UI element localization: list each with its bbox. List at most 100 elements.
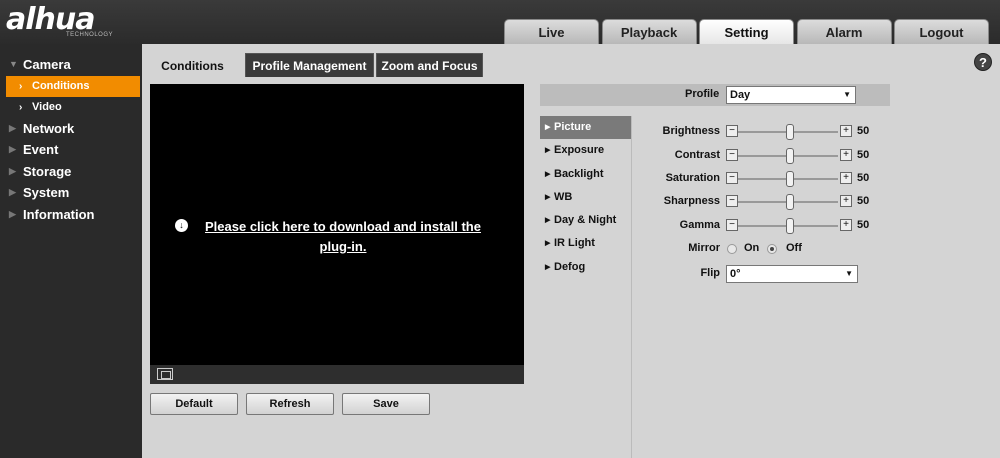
mirror-off-radio[interactable] — [767, 244, 777, 254]
save-button[interactable]: Save — [342, 393, 430, 415]
flip-row: Flip 0° ▼ — [632, 264, 892, 284]
saturation-slider-handle[interactable] — [786, 171, 794, 187]
vtab-backlight[interactable]: ▶ Backlight — [540, 163, 631, 186]
help-icon[interactable]: ? — [974, 53, 992, 71]
vtab-label: Exposure — [554, 144, 605, 157]
mirror-off-label: Off — [786, 242, 802, 254]
sidebar-item-label: Storage — [23, 163, 72, 179]
gamma-decrease-button[interactable]: − — [726, 219, 738, 231]
sidebar-item-conditions[interactable]: › Conditions — [6, 75, 140, 97]
tab-profile-management[interactable]: Profile Management — [245, 53, 374, 77]
saturation-value: 50 — [857, 172, 870, 184]
brightness-increase-button[interactable]: + — [840, 125, 852, 137]
sidebar-item-system[interactable]: ▶ System — [0, 182, 142, 204]
triangle-right-icon: ▶ — [9, 144, 16, 154]
sidebar-item-network[interactable]: ▶ Network — [0, 118, 142, 140]
sidebar-item-label: Camera — [23, 57, 71, 72]
triangle-right-icon: ▶ — [9, 122, 16, 133]
triangle-down-icon: ▼ — [9, 59, 18, 69]
triangle-right-icon: ▶ — [545, 240, 551, 248]
sharpness-label: Sharpness — [663, 195, 720, 207]
brightness-decrease-button[interactable]: − — [726, 125, 738, 137]
sidebar-item-event[interactable]: ▶ Event — [0, 139, 142, 161]
tab-zoom-and-focus[interactable]: Zoom and Focus — [376, 53, 483, 77]
vtab-label: Picture — [554, 121, 592, 133]
triangle-right-icon: ▶ — [9, 165, 16, 176]
mirror-row: Mirror On Off — [632, 239, 892, 259]
tab-setting[interactable]: Setting — [699, 19, 794, 44]
vtab-label: Defog — [554, 260, 586, 273]
chevron-right-icon: › — [19, 80, 23, 92]
flip-select-value: 0° — [730, 268, 741, 280]
vtab-ir-light[interactable]: ▶ IR Light — [540, 232, 631, 255]
refresh-button[interactable]: Refresh — [246, 393, 334, 415]
triangle-right-icon: ▶ — [9, 187, 16, 197]
sidebar: ▼ Camera › Conditions › Video ▶ Network … — [0, 44, 142, 458]
sidebar-item-label: Event — [23, 142, 59, 157]
contrast-slider-handle[interactable] — [786, 148, 794, 164]
tab-logout[interactable]: Logout — [894, 19, 989, 44]
gamma-slider-handle[interactable] — [786, 218, 794, 234]
gamma-row: Gamma − + 50 — [632, 216, 892, 236]
tab-conditions[interactable]: Conditions — [142, 53, 243, 77]
plugin-download-link[interactable]: Please click here to download and instal… — [178, 217, 508, 257]
vtab-exposure[interactable]: ▶ Exposure — [540, 139, 631, 162]
plugin-link-line1[interactable]: Please click here to download and instal… — [205, 219, 481, 234]
contrast-label: Contrast — [674, 149, 720, 161]
gamma-increase-button[interactable]: + — [840, 219, 852, 231]
sidebar-item-video[interactable]: › Video — [0, 97, 142, 118]
profile-select-value: Day — [730, 89, 751, 101]
gamma-value: 50 — [857, 219, 870, 231]
sharpness-decrease-button[interactable]: − — [726, 195, 738, 207]
sidebar-item-camera[interactable]: ▼ Camera — [0, 54, 142, 76]
brightness-value: 50 — [857, 125, 870, 137]
triangle-right-icon: ▶ — [545, 124, 551, 131]
saturation-row: Saturation − + 50 — [632, 169, 892, 189]
saturation-decrease-button[interactable]: − — [726, 172, 738, 184]
contrast-value: 50 — [857, 149, 870, 161]
sub-tabs: Conditions Profile Management Zoom and F… — [142, 53, 485, 77]
tab-playback[interactable]: Playback — [601, 19, 697, 44]
brightness-label: Brightness — [662, 125, 720, 137]
vtab-label: WB — [554, 190, 573, 203]
triangle-right-icon: ▶ — [545, 147, 551, 155]
plugin-link-line2[interactable]: plug-in. — [320, 239, 367, 254]
triangle-right-icon: ▶ — [545, 263, 551, 271]
sharpness-increase-button[interactable]: + — [840, 195, 852, 207]
default-button[interactable]: Default — [150, 393, 238, 415]
video-toolbar — [150, 365, 524, 384]
top-navigation: Live Playback Setting Alarm Logout — [504, 19, 992, 44]
tab-alarm[interactable]: Alarm — [796, 19, 892, 44]
mirror-on-radio[interactable] — [727, 244, 737, 254]
flip-label: Flip — [700, 267, 720, 279]
tab-live[interactable]: Live — [504, 19, 599, 44]
profile-select[interactable]: Day ▼ — [726, 86, 856, 104]
saturation-label: Saturation — [665, 172, 720, 184]
profile-label: Profile — [685, 88, 720, 100]
sidebar-item-information[interactable]: ▶ Information — [0, 204, 142, 226]
contrast-decrease-button[interactable]: − — [726, 149, 738, 161]
contrast-increase-button[interactable]: + — [840, 149, 852, 161]
profile-bar: Profile Day ▼ — [540, 84, 890, 106]
sharpness-slider-handle[interactable] — [786, 194, 794, 210]
triangle-right-icon: ▶ — [9, 208, 16, 219]
vtab-defog[interactable]: ▶ Defog — [540, 256, 631, 279]
sharpness-row: Sharpness − + 50 — [632, 192, 892, 212]
sidebar-item-label: Video — [32, 100, 62, 113]
vtab-day-night[interactable]: ▶ Day & Night — [540, 209, 631, 232]
mirror-label: Mirror — [688, 242, 720, 254]
mirror-on-label: On — [744, 242, 760, 254]
flip-select[interactable]: 0° ▼ — [726, 265, 858, 283]
video-preview[interactable]: ↓ Please click here to download and inst… — [150, 84, 524, 384]
vtab-wb[interactable]: ▶ WB — [540, 186, 631, 209]
triangle-right-icon: ▶ — [545, 193, 551, 201]
sidebar-item-storage[interactable]: ▶ Storage — [0, 161, 142, 183]
brightness-slider-handle[interactable] — [786, 124, 794, 140]
saturation-increase-button[interactable]: + — [840, 172, 852, 184]
vtab-picture[interactable]: ▶ Picture — [540, 116, 631, 140]
fullscreen-icon[interactable] — [157, 368, 173, 380]
settings-vertical-tabs: ▶ Picture ▶ Exposure ▶ Backlight ▶ WB ▶ … — [540, 116, 632, 458]
header: alhua TECHNOLOGY Live Playback Setting A… — [0, 0, 1000, 44]
vtab-label: IR Light — [554, 237, 595, 250]
chevron-right-icon: › — [19, 101, 23, 113]
